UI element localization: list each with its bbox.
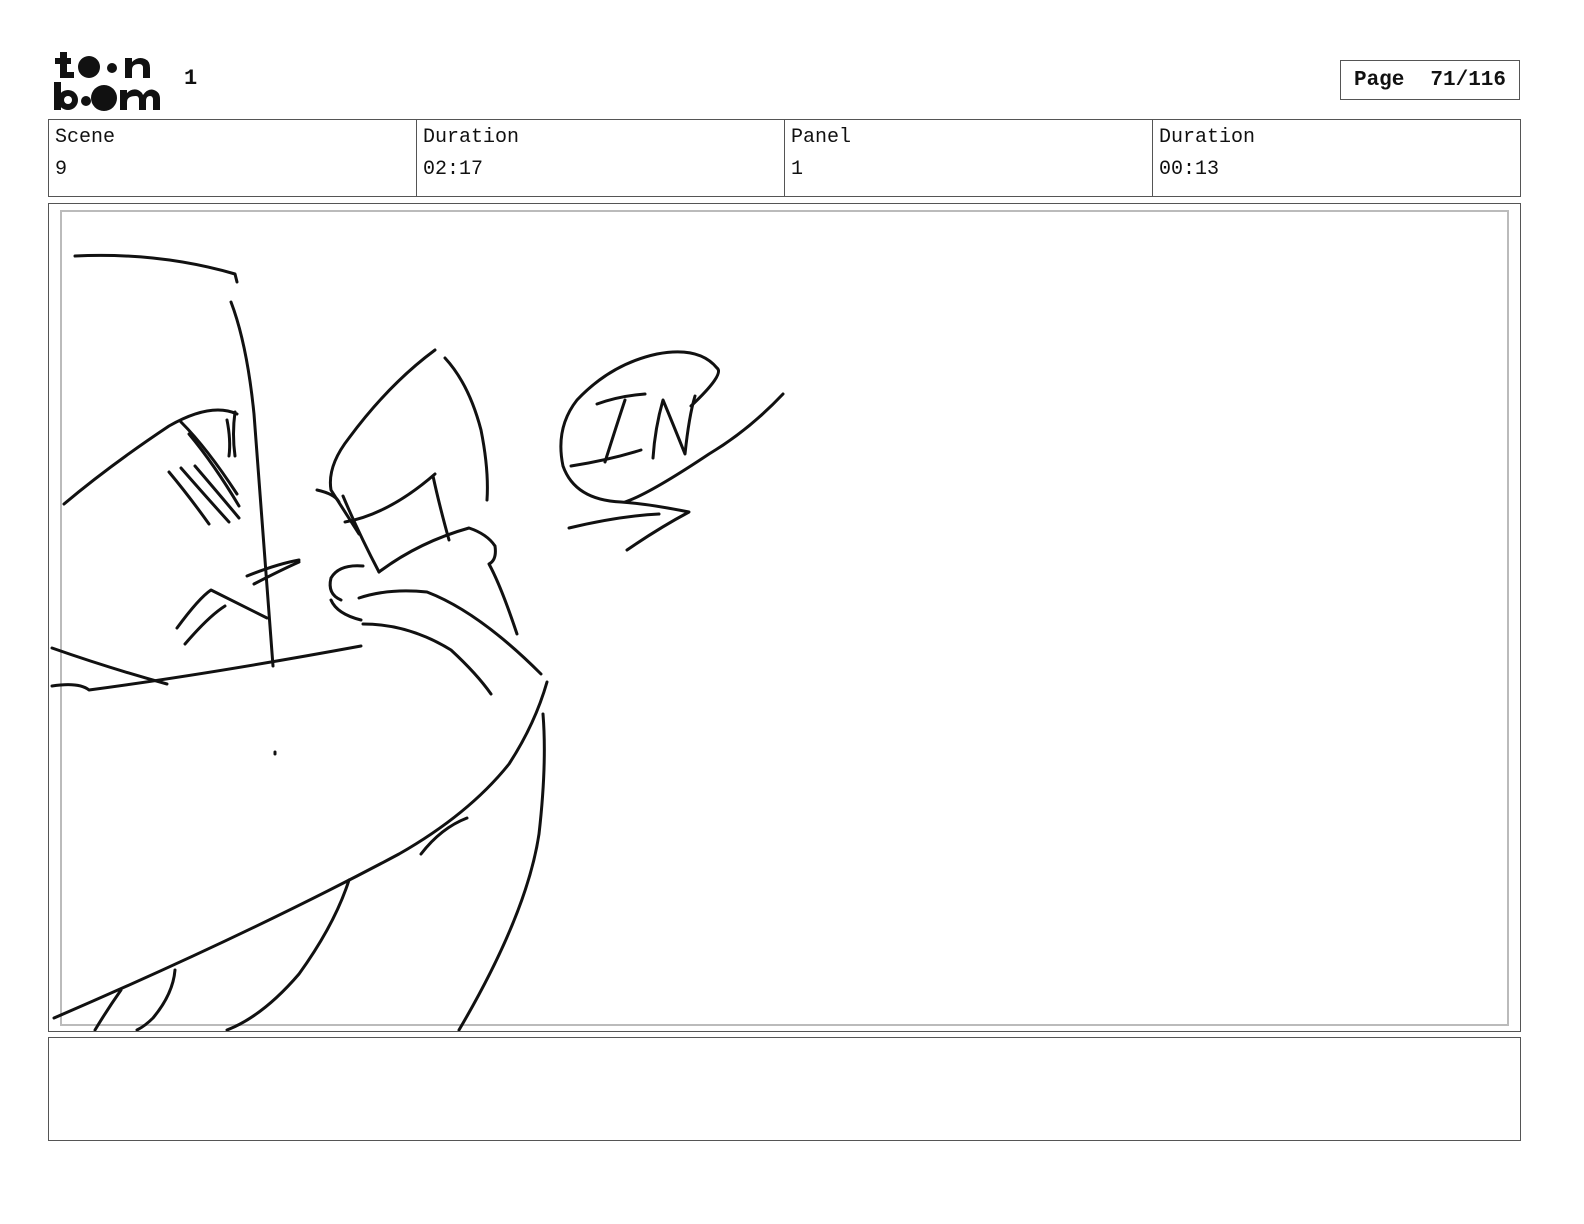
panel-value: 1 (791, 158, 804, 181)
panel-cell: Panel 1 (785, 120, 1153, 196)
panel-duration-cell: Duration 00:13 (1153, 120, 1520, 196)
page-indicator: Page 71/116 (1340, 60, 1520, 100)
page-label: Page (1353, 68, 1405, 92)
scene-label: Scene (55, 126, 116, 149)
scene-info-table: Scene 9 Duration 02:17 Panel 1 Duration … (48, 119, 1521, 197)
scene-value: 9 (55, 158, 68, 181)
storyboard-sketch (50, 253, 785, 1031)
panel-duration-label: Duration (1159, 126, 1256, 149)
panel-notes (48, 1037, 1521, 1141)
scene-cell: Scene 9 (49, 120, 417, 196)
panel-duration-value: 00:13 (1159, 158, 1220, 181)
toon-boom-logo (54, 52, 160, 111)
storyboard-panel (48, 203, 1521, 1032)
sheet-number: 1 (184, 66, 198, 91)
scene-duration-label: Duration (423, 126, 520, 149)
scene-duration-cell: Duration 02:17 (417, 120, 785, 196)
scene-duration-value: 02:17 (423, 158, 484, 181)
page-value: 71/116 (1430, 68, 1507, 92)
panel-label: Panel (791, 126, 852, 149)
